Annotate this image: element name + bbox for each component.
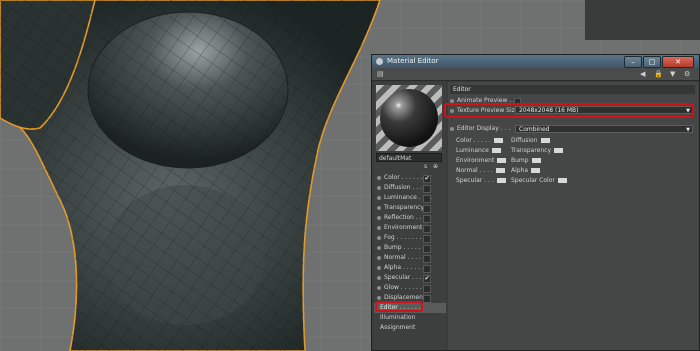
close-button[interactable]: ✕ (662, 56, 694, 68)
lock-icon[interactable]: 🔒 (654, 70, 663, 78)
material-editor-window[interactable]: Material Editor – □ ✕ ▤ ◀ 🔒 ▼ ⚙ defaultM… (371, 54, 700, 351)
dropdown-toggle-icon[interactable] (491, 148, 501, 153)
channel-checkbox[interactable] (423, 225, 431, 233)
maximize-button[interactable]: □ (643, 56, 661, 68)
display-specular-color[interactable]: Specular Color (511, 176, 567, 185)
material-name-field[interactable]: defaultMat (376, 153, 442, 162)
channel-dot-icon (377, 186, 381, 190)
display-environment[interactable]: Environment (456, 156, 507, 165)
display-color[interactable]: Color . . . . . (456, 136, 503, 145)
channel-alpha[interactable]: Alpha . . . . . . . (374, 263, 446, 273)
channel-dot-icon (377, 286, 381, 290)
filter-icon[interactable]: ▼ (670, 70, 675, 78)
channel-illumination[interactable]: Illumination (374, 313, 446, 323)
window-title: Material Editor (387, 57, 439, 65)
material-left-panel: defaultMat s ⊕ Color . . . . . . . ✔ Diff… (374, 82, 446, 350)
channel-checkbox[interactable] (423, 205, 431, 213)
channel-transparency[interactable]: Transparency (374, 203, 446, 213)
channel-assignment[interactable]: Assignment (374, 323, 446, 333)
display-luminance[interactable]: Luminance (456, 146, 501, 155)
channel-dot-icon (377, 256, 381, 260)
channel-checkbox[interactable] (423, 295, 431, 303)
dropdown-toggle-icon[interactable] (496, 178, 506, 183)
display-alpha[interactable]: Alpha (511, 166, 541, 175)
channel-checkbox[interactable] (423, 185, 431, 193)
display-bump[interactable]: Bump (511, 156, 541, 165)
editor-display-label: Editor Display . . . (457, 125, 511, 132)
display-transparency[interactable]: Transparency (511, 146, 564, 155)
editor-settings-panel: Editor Animate Preview . . Texture Previ… (444, 82, 699, 350)
dropdown-toggle-icon[interactable] (557, 178, 567, 183)
channel-dot-icon (377, 226, 381, 230)
channel-color[interactable]: Color . . . . . . . ✔ (374, 173, 446, 183)
channel-checkbox[interactable] (423, 255, 431, 263)
preview-sphere (380, 89, 438, 147)
material-s-button[interactable]: s (424, 163, 427, 171)
channel-glow[interactable]: Glow . . . . . . . (374, 283, 446, 293)
channel-dot-icon (377, 176, 381, 180)
channel-checkbox[interactable]: ✔ (423, 175, 431, 183)
channel-normal[interactable]: Normal . . . . . . (374, 253, 446, 263)
channel-luminance[interactable]: Luminance . . . . (374, 193, 446, 203)
channel-specular[interactable]: Specular . . . . ✔ (374, 273, 446, 283)
channel-checkbox[interactable] (423, 215, 431, 223)
param-dot-icon (450, 98, 454, 103)
channel-checkbox[interactable] (423, 285, 431, 293)
channel-dot-icon (377, 246, 381, 250)
channel-bump[interactable]: Bump . . . . . . . (374, 243, 446, 253)
channel-dot-icon (377, 236, 381, 240)
editor-display-row: Editor Display . . . (450, 124, 510, 133)
channel-checkbox[interactable] (423, 195, 431, 203)
app-logo-icon (376, 58, 383, 65)
title-bar[interactable]: Material Editor – □ ✕ (372, 55, 699, 68)
dropdown-toggle-icon[interactable] (531, 158, 541, 163)
material-add-icon[interactable]: ⊕ (433, 163, 438, 171)
dark-panel-right (585, 0, 700, 40)
channel-checkbox[interactable] (423, 245, 431, 253)
channel-diffusion[interactable]: Diffusion . . . . . (374, 183, 446, 193)
grip-icon[interactable]: ▤ (377, 70, 384, 78)
dropdown-toggle-icon[interactable] (495, 168, 505, 173)
minimize-button[interactable]: – (624, 56, 642, 68)
dropdown-toggle-icon[interactable] (493, 138, 503, 143)
dropdown-toggle-icon[interactable] (497, 158, 507, 163)
channel-dot-icon (377, 296, 381, 300)
options-icon[interactable]: ⚙ (684, 70, 690, 78)
channel-reflection[interactable]: Reflection . . . . (374, 213, 446, 223)
display-diffusion[interactable]: Diffusion (511, 136, 550, 145)
editor-toolbar: ▤ ◀ 🔒 ▼ ⚙ (372, 68, 699, 81)
dropdown-toggle-icon[interactable] (531, 168, 541, 173)
material-preview[interactable] (376, 85, 442, 151)
display-normal[interactable]: Normal . . . . (456, 166, 505, 175)
texture-size-highlight-box (444, 103, 694, 118)
dropdown-toggle-icon[interactable] (554, 148, 564, 153)
channel-dot-icon (377, 266, 381, 270)
display-specular[interactable]: Specular . . . (456, 176, 506, 185)
editor-highlight-box (375, 301, 423, 312)
dropdown-toggle-icon[interactable] (540, 138, 550, 143)
channel-fog[interactable]: Fog . . . . . . . . (374, 233, 446, 243)
channel-dot-icon (377, 216, 381, 220)
channel-checkbox[interactable] (423, 235, 431, 243)
channel-environment[interactable]: Environment (374, 223, 446, 233)
channel-dot-icon (377, 196, 381, 200)
channel-checkbox[interactable] (423, 265, 431, 273)
channel-dot-icon (377, 206, 381, 210)
editor-display-value: Combined (519, 126, 550, 133)
back-arrow-icon[interactable]: ◀ (640, 70, 645, 78)
editor-section-header: Editor (450, 85, 695, 94)
channel-dot-icon (377, 276, 381, 280)
param-dot-icon (450, 126, 454, 131)
editor-display-dropdown[interactable]: Combined ▼ (515, 125, 693, 133)
channel-checkbox[interactable]: ✔ (423, 275, 431, 283)
chevron-down-icon: ▼ (686, 127, 690, 133)
